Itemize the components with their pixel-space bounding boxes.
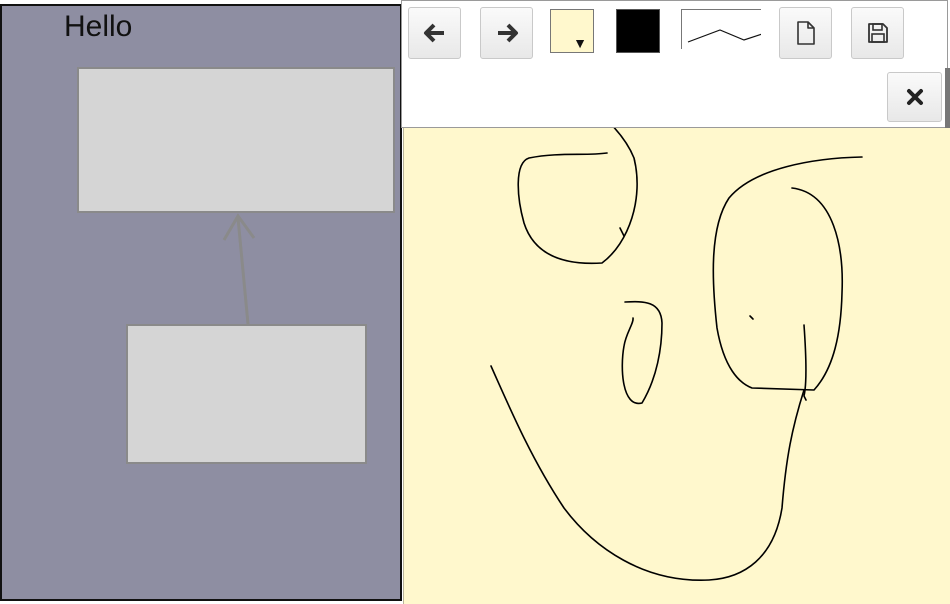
back-button[interactable]	[408, 7, 461, 59]
floppy-disk-icon	[867, 23, 888, 43]
close-icon	[906, 89, 923, 105]
diagram-canvas[interactable]: Hello	[0, 4, 402, 601]
stroke-color-swatch[interactable]	[616, 9, 660, 53]
background-color-picker[interactable]: ▼	[550, 9, 594, 53]
panel-scrollbar[interactable]	[945, 68, 950, 128]
drawing-canvas[interactable]	[403, 128, 950, 604]
file-icon	[796, 21, 815, 45]
drawing-toolbar: ▼	[401, 0, 948, 128]
stroke-style-picker[interactable]	[681, 9, 761, 49]
save-button[interactable]	[851, 7, 904, 59]
arrow-left-icon	[423, 23, 444, 43]
close-button[interactable]	[887, 72, 942, 122]
ink-strokes	[490, 128, 863, 581]
chevron-down-icon: ▼	[573, 35, 587, 51]
line-style-icon	[687, 29, 761, 43]
new-page-button[interactable]	[779, 7, 832, 59]
diagram-box-top[interactable]	[77, 67, 395, 213]
hello-label[interactable]: Hello	[64, 10, 132, 44]
forward-button[interactable]	[480, 7, 533, 59]
arrow-right-icon	[497, 23, 518, 43]
diagram-box-bottom[interactable]	[126, 324, 367, 464]
